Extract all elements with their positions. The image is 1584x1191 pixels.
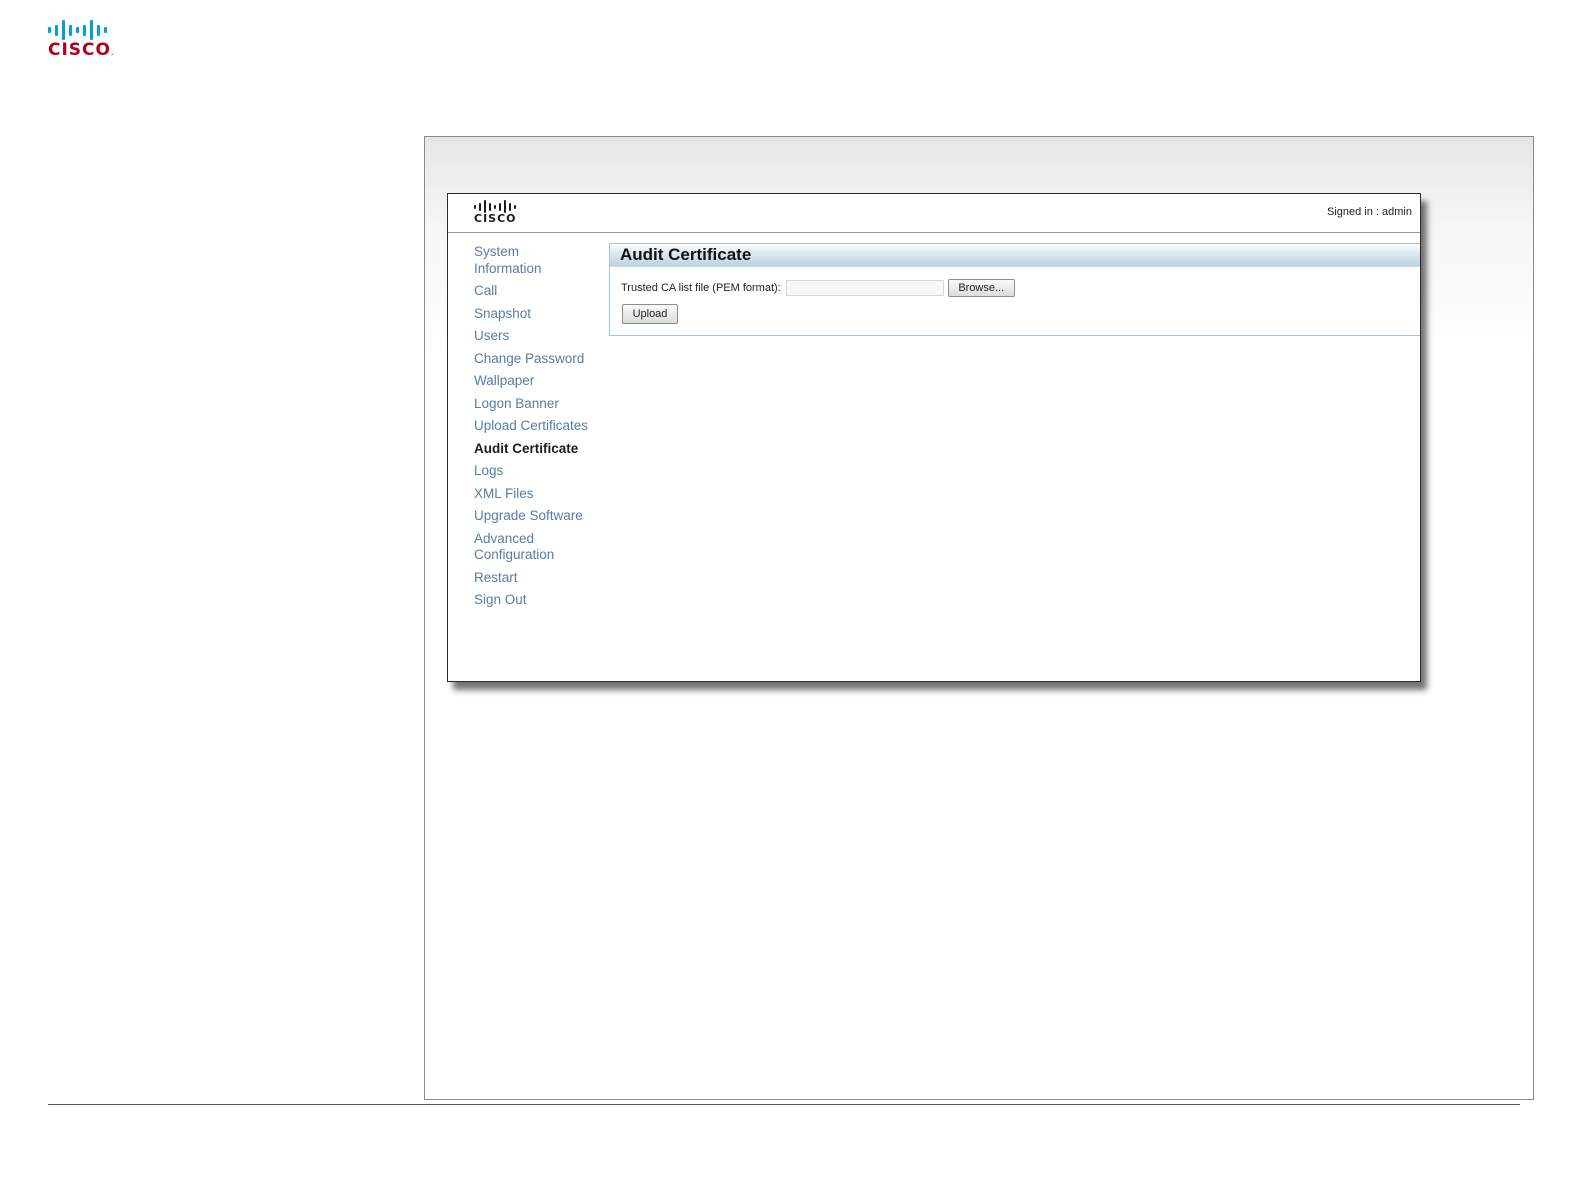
sidebar-item-advanced-configuration[interactable]: Advanced Configuration xyxy=(474,531,564,564)
sidebar-item-call[interactable]: Call xyxy=(474,283,624,300)
browse-button[interactable]: Browse... xyxy=(947,279,1015,297)
sidebar-item-sign-out[interactable]: Sign Out xyxy=(474,592,624,609)
sidebar-item-system-information[interactable]: System Information xyxy=(474,244,554,277)
sidebar-item-logon-banner[interactable]: Logon Banner xyxy=(474,396,624,413)
panel-title: Audit Certificate xyxy=(610,244,1420,267)
app-header: CISCO Signed in : admin xyxy=(448,194,1420,233)
ca-file-input[interactable] xyxy=(785,280,944,296)
app-cisco-logo: CISCO xyxy=(474,200,517,225)
cisco-logo-text: CISCO xyxy=(48,40,111,60)
audit-certificate-panel: Audit Certificate Trusted CA list file (… xyxy=(609,243,1420,336)
sidebar-item-logs[interactable]: Logs xyxy=(474,463,624,480)
ca-file-label: Trusted CA list file (PEM format): xyxy=(621,282,781,294)
cisco-logo: CISCO. xyxy=(48,20,128,62)
cisco-bars-icon xyxy=(48,20,128,40)
sidebar-item-xml-files[interactable]: XML Files xyxy=(474,486,624,503)
sidebar-nav: System Information Call Snapshot Users C… xyxy=(474,244,624,615)
file-field-row: Trusted CA list file (PEM format): Brows… xyxy=(621,279,1015,297)
sidebar-item-audit-certificate[interactable]: Audit Certificate xyxy=(474,441,624,458)
sidebar-item-snapshot[interactable]: Snapshot xyxy=(474,306,624,323)
screenshot-frame: CISCO Signed in : admin System Informati… xyxy=(424,136,1534,1100)
footer-divider xyxy=(48,1104,1520,1105)
sidebar-item-wallpaper[interactable]: Wallpaper xyxy=(474,373,624,390)
sidebar-item-change-password[interactable]: Change Password xyxy=(474,351,624,368)
sidebar-item-restart[interactable]: Restart xyxy=(474,570,624,587)
signed-in-status: Signed in : admin xyxy=(1327,206,1412,218)
cisco-trademark: . xyxy=(110,50,115,57)
upload-button[interactable]: Upload xyxy=(622,304,678,324)
app-window: CISCO Signed in : admin System Informati… xyxy=(447,193,1421,682)
sidebar-item-users[interactable]: Users xyxy=(474,328,624,345)
app-logo-text: CISCO xyxy=(474,212,517,225)
sidebar-item-upgrade-software[interactable]: Upgrade Software xyxy=(474,508,624,525)
sidebar-item-upload-certificates[interactable]: Upload Certificates xyxy=(474,418,624,435)
